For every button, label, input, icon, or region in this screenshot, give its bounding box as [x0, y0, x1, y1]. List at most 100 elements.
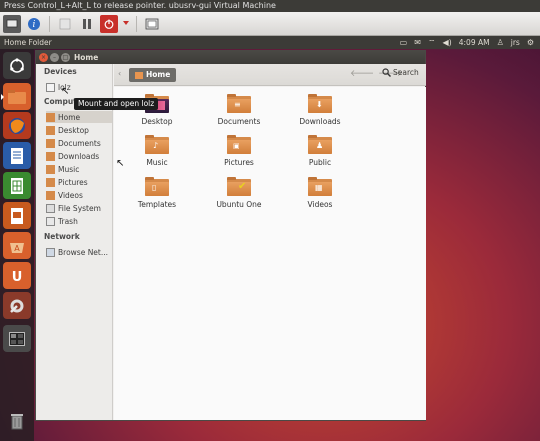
info-icon[interactable]: i	[25, 15, 43, 33]
network-icon	[46, 247, 55, 257]
vm-title-bar: Press Control_L+Alt_L to release pointer…	[0, 0, 540, 12]
breadcrumb-label: Home	[146, 70, 171, 79]
tooltip: Mount and open lolz	[74, 98, 159, 110]
sidebar-item-file-system[interactable]: File System	[46, 202, 112, 214]
chevron-left-icon[interactable]: ‹	[118, 69, 121, 78]
sidebar-item-lolz[interactable]: lolz	[46, 81, 112, 93]
system-settings-icon[interactable]	[3, 292, 31, 319]
user-icon[interactable]: ♙	[497, 36, 504, 49]
folder-label: Music	[146, 158, 168, 167]
impress-icon[interactable]	[3, 202, 31, 229]
devices-heading: Devices	[44, 67, 77, 76]
toolbar-separator	[136, 15, 137, 32]
folder-documents[interactable]: ≡ Documents	[204, 94, 274, 126]
folder-public[interactable]: ♟ Public	[285, 135, 355, 167]
play-icon[interactable]	[56, 15, 74, 33]
network-icon[interactable]: ⌔	[428, 36, 436, 49]
folder-label: Videos	[307, 200, 333, 209]
drive-icon	[46, 82, 55, 92]
sidebar-item-label: File System	[58, 203, 101, 213]
folder-videos[interactable]: ▦ Videos	[285, 177, 355, 209]
launcher: A U	[0, 49, 34, 441]
panel-clock[interactable]: 4:09 AM	[459, 36, 490, 49]
panel-user[interactable]: jrs	[511, 36, 520, 49]
calc-icon[interactable]	[3, 172, 31, 199]
sidebar-item-label: Videos	[58, 190, 83, 200]
sidebar-item-videos[interactable]: Videos	[46, 189, 112, 201]
software-center-icon[interactable]: A	[3, 232, 31, 259]
dash-home-icon[interactable]	[3, 52, 31, 79]
pause-icon[interactable]	[78, 15, 96, 33]
folder-label: Downloads	[299, 117, 341, 126]
back-arrow-icon[interactable]: 🡐	[350, 68, 374, 79]
videos-folder-icon	[46, 190, 55, 200]
hard-drive-icon	[46, 203, 55, 213]
sidebar-item-label: Home	[58, 112, 81, 122]
writer-icon[interactable]	[3, 142, 31, 169]
videos-folder-icon: ▦	[308, 177, 332, 196]
breadcrumb-home[interactable]: Home	[129, 68, 177, 82]
search-label: Search	[393, 68, 419, 77]
downloads-folder-icon: ⬇	[308, 94, 332, 113]
power-icon[interactable]	[100, 14, 118, 33]
documents-folder-icon	[46, 138, 55, 148]
keyboard-icon[interactable]: ▭	[400, 36, 408, 49]
files-launcher-icon[interactable]	[1, 83, 31, 110]
folder-label: Pictures	[224, 158, 254, 167]
sidebar-item-label: Downloads	[58, 151, 100, 161]
sidebar-item-music[interactable]: Music	[46, 163, 112, 175]
folder-label: Ubuntu One	[216, 200, 262, 209]
sidebar-item-trash[interactable]: Trash	[46, 215, 112, 227]
svg-text:U: U	[12, 270, 23, 284]
trash-icon	[46, 216, 55, 226]
folder-pictures[interactable]: ▣ Pictures	[204, 135, 274, 167]
folder-downloads[interactable]: ⬇ Downloads	[285, 94, 355, 126]
fullscreen-icon[interactable]	[143, 15, 161, 33]
folder-music[interactable]: ♪ Music	[122, 135, 192, 167]
window-title-bar[interactable]: × – □ Home	[36, 51, 425, 64]
close-icon[interactable]: ×	[39, 53, 48, 62]
tooltip-text: Mount and open lolz	[78, 99, 155, 108]
window-title: Home	[74, 53, 99, 62]
sidebar-item-home[interactable]: Home	[46, 111, 112, 123]
firefox-icon[interactable]	[3, 112, 31, 139]
vm-toolbar: i	[0, 12, 540, 36]
search-button[interactable]: Search	[382, 68, 419, 77]
folder-label: Public	[308, 158, 332, 167]
minimize-icon[interactable]: –	[50, 53, 59, 62]
public-folder-icon: ♟	[308, 135, 332, 154]
volume-icon[interactable]: ◀)	[442, 36, 451, 49]
desktop-folder-icon	[46, 125, 55, 135]
music-folder-icon	[46, 164, 55, 174]
documents-folder-icon: ≡	[227, 94, 251, 113]
svg-text:i: i	[33, 20, 36, 30]
folder-label: Documents	[217, 117, 261, 126]
location-toolbar: ‹ Home 🡐 🡒 Search	[114, 64, 426, 86]
workspace-switcher-icon[interactable]	[3, 325, 31, 352]
sidebar-item-label: Documents	[58, 138, 101, 148]
folder-templates[interactable]: ▯ Templates	[122, 177, 192, 209]
sidebar-item-label: Browse Net...	[58, 247, 109, 257]
sidebar-item-browse-network[interactable]: Browse Net...	[46, 246, 112, 258]
downloads-folder-icon	[46, 151, 55, 161]
maximize-icon[interactable]: □	[61, 53, 70, 62]
sidebar-item-documents[interactable]: Documents	[46, 137, 112, 149]
trash-icon[interactable]	[3, 407, 31, 434]
folder-ubuntu-one[interactable]: ✔ Ubuntu One	[204, 177, 274, 209]
sidebar-item-pictures[interactable]: Pictures	[46, 176, 112, 188]
mail-icon[interactable]: ✉	[414, 36, 421, 49]
ubuntu-one-icon[interactable]: U	[3, 262, 31, 289]
folder-label: Templates	[137, 200, 177, 209]
network-heading: Network	[44, 232, 80, 241]
sidebar-item-desktop[interactable]: Desktop	[46, 124, 112, 136]
music-folder-icon: ♪	[145, 135, 169, 154]
home-folder-icon	[135, 71, 143, 79]
panel-indicators: ▭ ✉ ⌔ ◀) 4:09 AM ♙ jrs ⚙	[400, 36, 534, 49]
pictures-folder-icon	[46, 177, 55, 187]
folder-label: Desktop	[141, 117, 173, 126]
templates-folder-icon: ▯	[145, 177, 169, 196]
sidebar-item-downloads[interactable]: Downloads	[46, 150, 112, 162]
dropdown-arrow-icon[interactable]	[122, 15, 130, 33]
screen-icon[interactable]	[3, 14, 21, 33]
power-menu-icon[interactable]: ⚙	[527, 36, 534, 49]
